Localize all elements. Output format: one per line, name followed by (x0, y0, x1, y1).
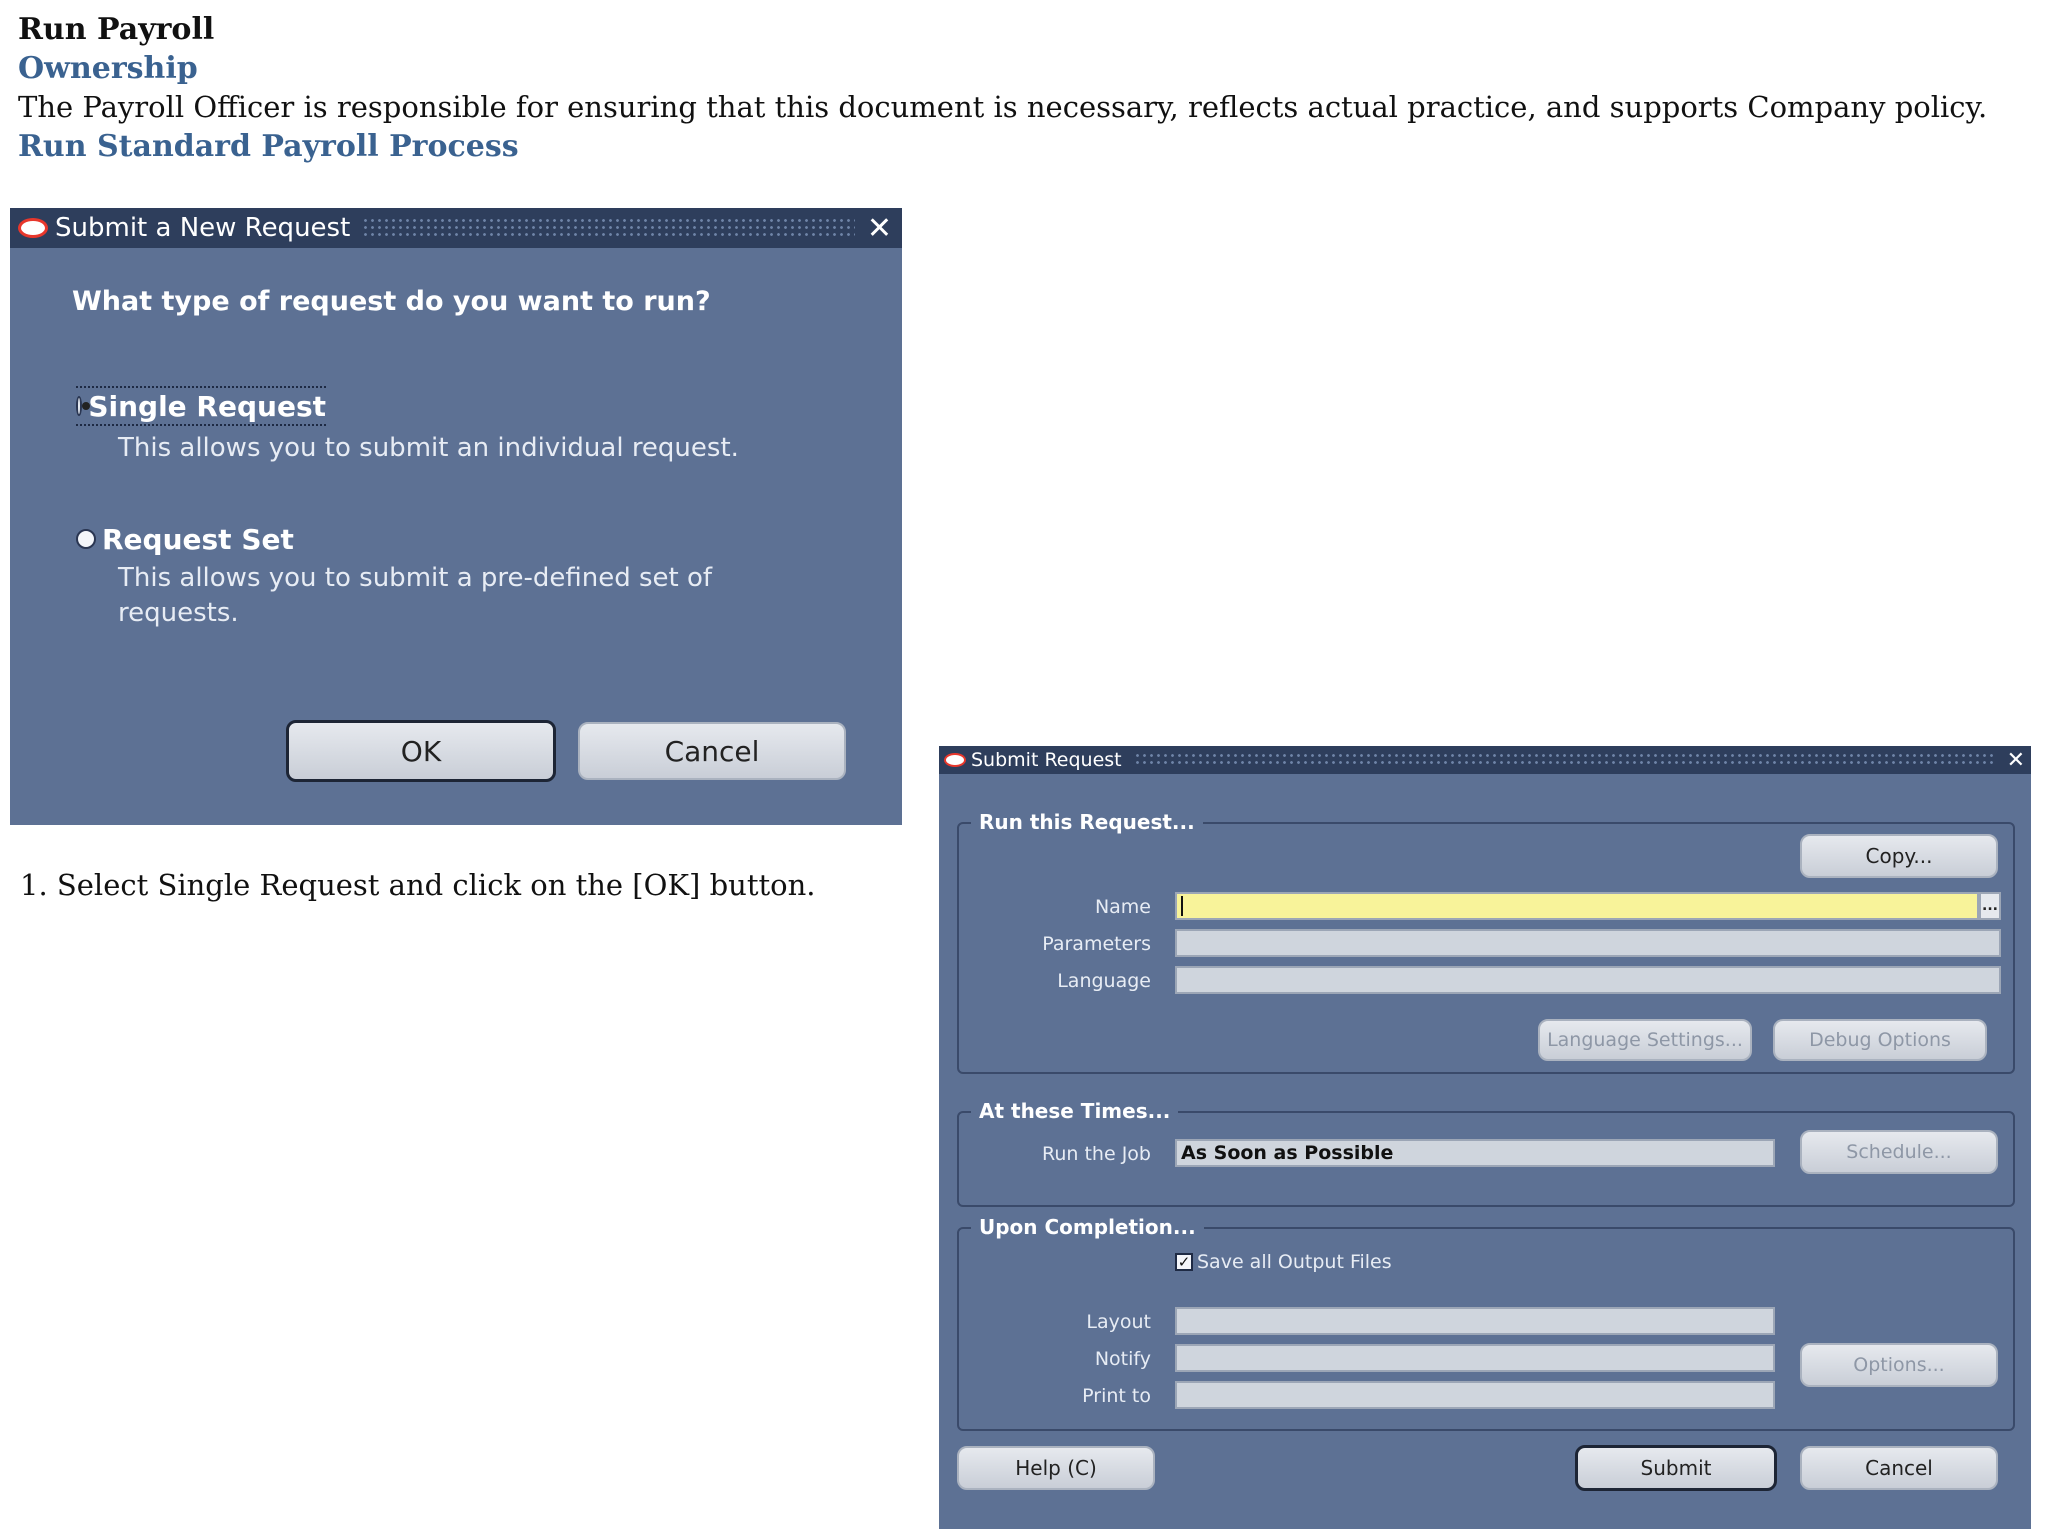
ownership-heading: Ownership (18, 51, 198, 86)
copy-button[interactable]: Copy... (1800, 834, 1998, 878)
close-icon[interactable]: ✕ (2007, 748, 2025, 773)
step-1-instruction: 1. Select Single Request and click on th… (20, 868, 816, 902)
print-to-label: Print to (1082, 1385, 1151, 1407)
parameters-label: Parameters (1042, 933, 1151, 955)
titlebar-pattern (1133, 752, 1995, 768)
name-field[interactable] (1175, 892, 1979, 920)
schedule-button[interactable]: Schedule... (1800, 1130, 1998, 1174)
document-title: Run Payroll (18, 12, 215, 47)
single-request-description: This allows you to submit an individual … (118, 433, 739, 463)
ownership-text: The Payroll Officer is responsible for e… (18, 90, 1988, 124)
request-set-option[interactable]: Request Set (76, 519, 294, 559)
notify-field[interactable] (1175, 1344, 1775, 1372)
single-request-option[interactable]: Single Request (76, 386, 326, 426)
request-set-description-line-2: requests. (118, 598, 239, 628)
single-request-radio[interactable] (76, 396, 90, 416)
titlebar-pattern (362, 217, 855, 239)
layout-label: Layout (1086, 1311, 1151, 1333)
dialog-titlebar[interactable]: Submit Request ✕ (939, 746, 2031, 774)
dialog-titlebar[interactable]: Submit a New Request ✕ (10, 208, 902, 248)
save-output-files-label: Save all Output Files (1197, 1251, 1392, 1273)
single-request-label: Single Request (88, 389, 326, 423)
checkbox-checked-icon: ✓ (1175, 1253, 1193, 1271)
list-of-values-button[interactable]: ... (1979, 892, 2001, 920)
oracle-icon (18, 218, 48, 238)
cancel-button[interactable]: Cancel (578, 722, 846, 780)
ok-button[interactable]: OK (286, 720, 556, 782)
dialog-title: Submit a New Request (55, 213, 351, 243)
language-field[interactable] (1175, 966, 2001, 994)
language-settings-button[interactable]: Language Settings... (1538, 1019, 1752, 1061)
submit-new-request-dialog: Submit a New Request ✕ What type of requ… (10, 208, 902, 825)
oracle-icon (944, 753, 966, 767)
notify-label: Notify (1094, 1348, 1151, 1370)
options-button[interactable]: Options... (1800, 1343, 1998, 1387)
close-icon[interactable]: ✕ (867, 211, 892, 246)
at-these-times-group-label: At these Times... (971, 1099, 1179, 1123)
text-cursor (1181, 896, 1183, 916)
layout-field[interactable] (1175, 1307, 1775, 1335)
request-set-label: Request Set (102, 522, 294, 556)
radio-selected-dot (82, 402, 90, 410)
dialog-title: Submit Request (971, 749, 1122, 771)
submit-button[interactable]: Submit (1575, 1445, 1777, 1491)
parameters-field[interactable] (1175, 929, 2001, 957)
name-label: Name (1094, 896, 1151, 918)
print-to-field[interactable] (1175, 1381, 1775, 1409)
submit-request-dialog: Submit Request ✕ Run this Request... Cop… (939, 746, 2031, 1529)
cancel-button[interactable]: Cancel (1800, 1446, 1998, 1490)
request-set-description-line-1: This allows you to submit a pre-defined … (118, 563, 713, 593)
language-label: Language (1057, 970, 1151, 992)
process-heading: Run Standard Payroll Process (18, 129, 519, 164)
save-output-files-checkbox[interactable]: ✓ Save all Output Files (1175, 1251, 1392, 1273)
upon-completion-group-label: Upon Completion... (971, 1215, 1204, 1239)
request-set-radio[interactable] (76, 529, 96, 549)
request-type-question: What type of request do you want to run? (72, 286, 711, 317)
run-request-group-label: Run this Request... (971, 810, 1203, 834)
help-button[interactable]: Help (C) (957, 1446, 1155, 1490)
run-the-job-field[interactable]: As Soon as Possible (1175, 1139, 1775, 1167)
run-the-job-label: Run the Job (1042, 1143, 1151, 1165)
debug-options-button[interactable]: Debug Options (1773, 1019, 1987, 1061)
